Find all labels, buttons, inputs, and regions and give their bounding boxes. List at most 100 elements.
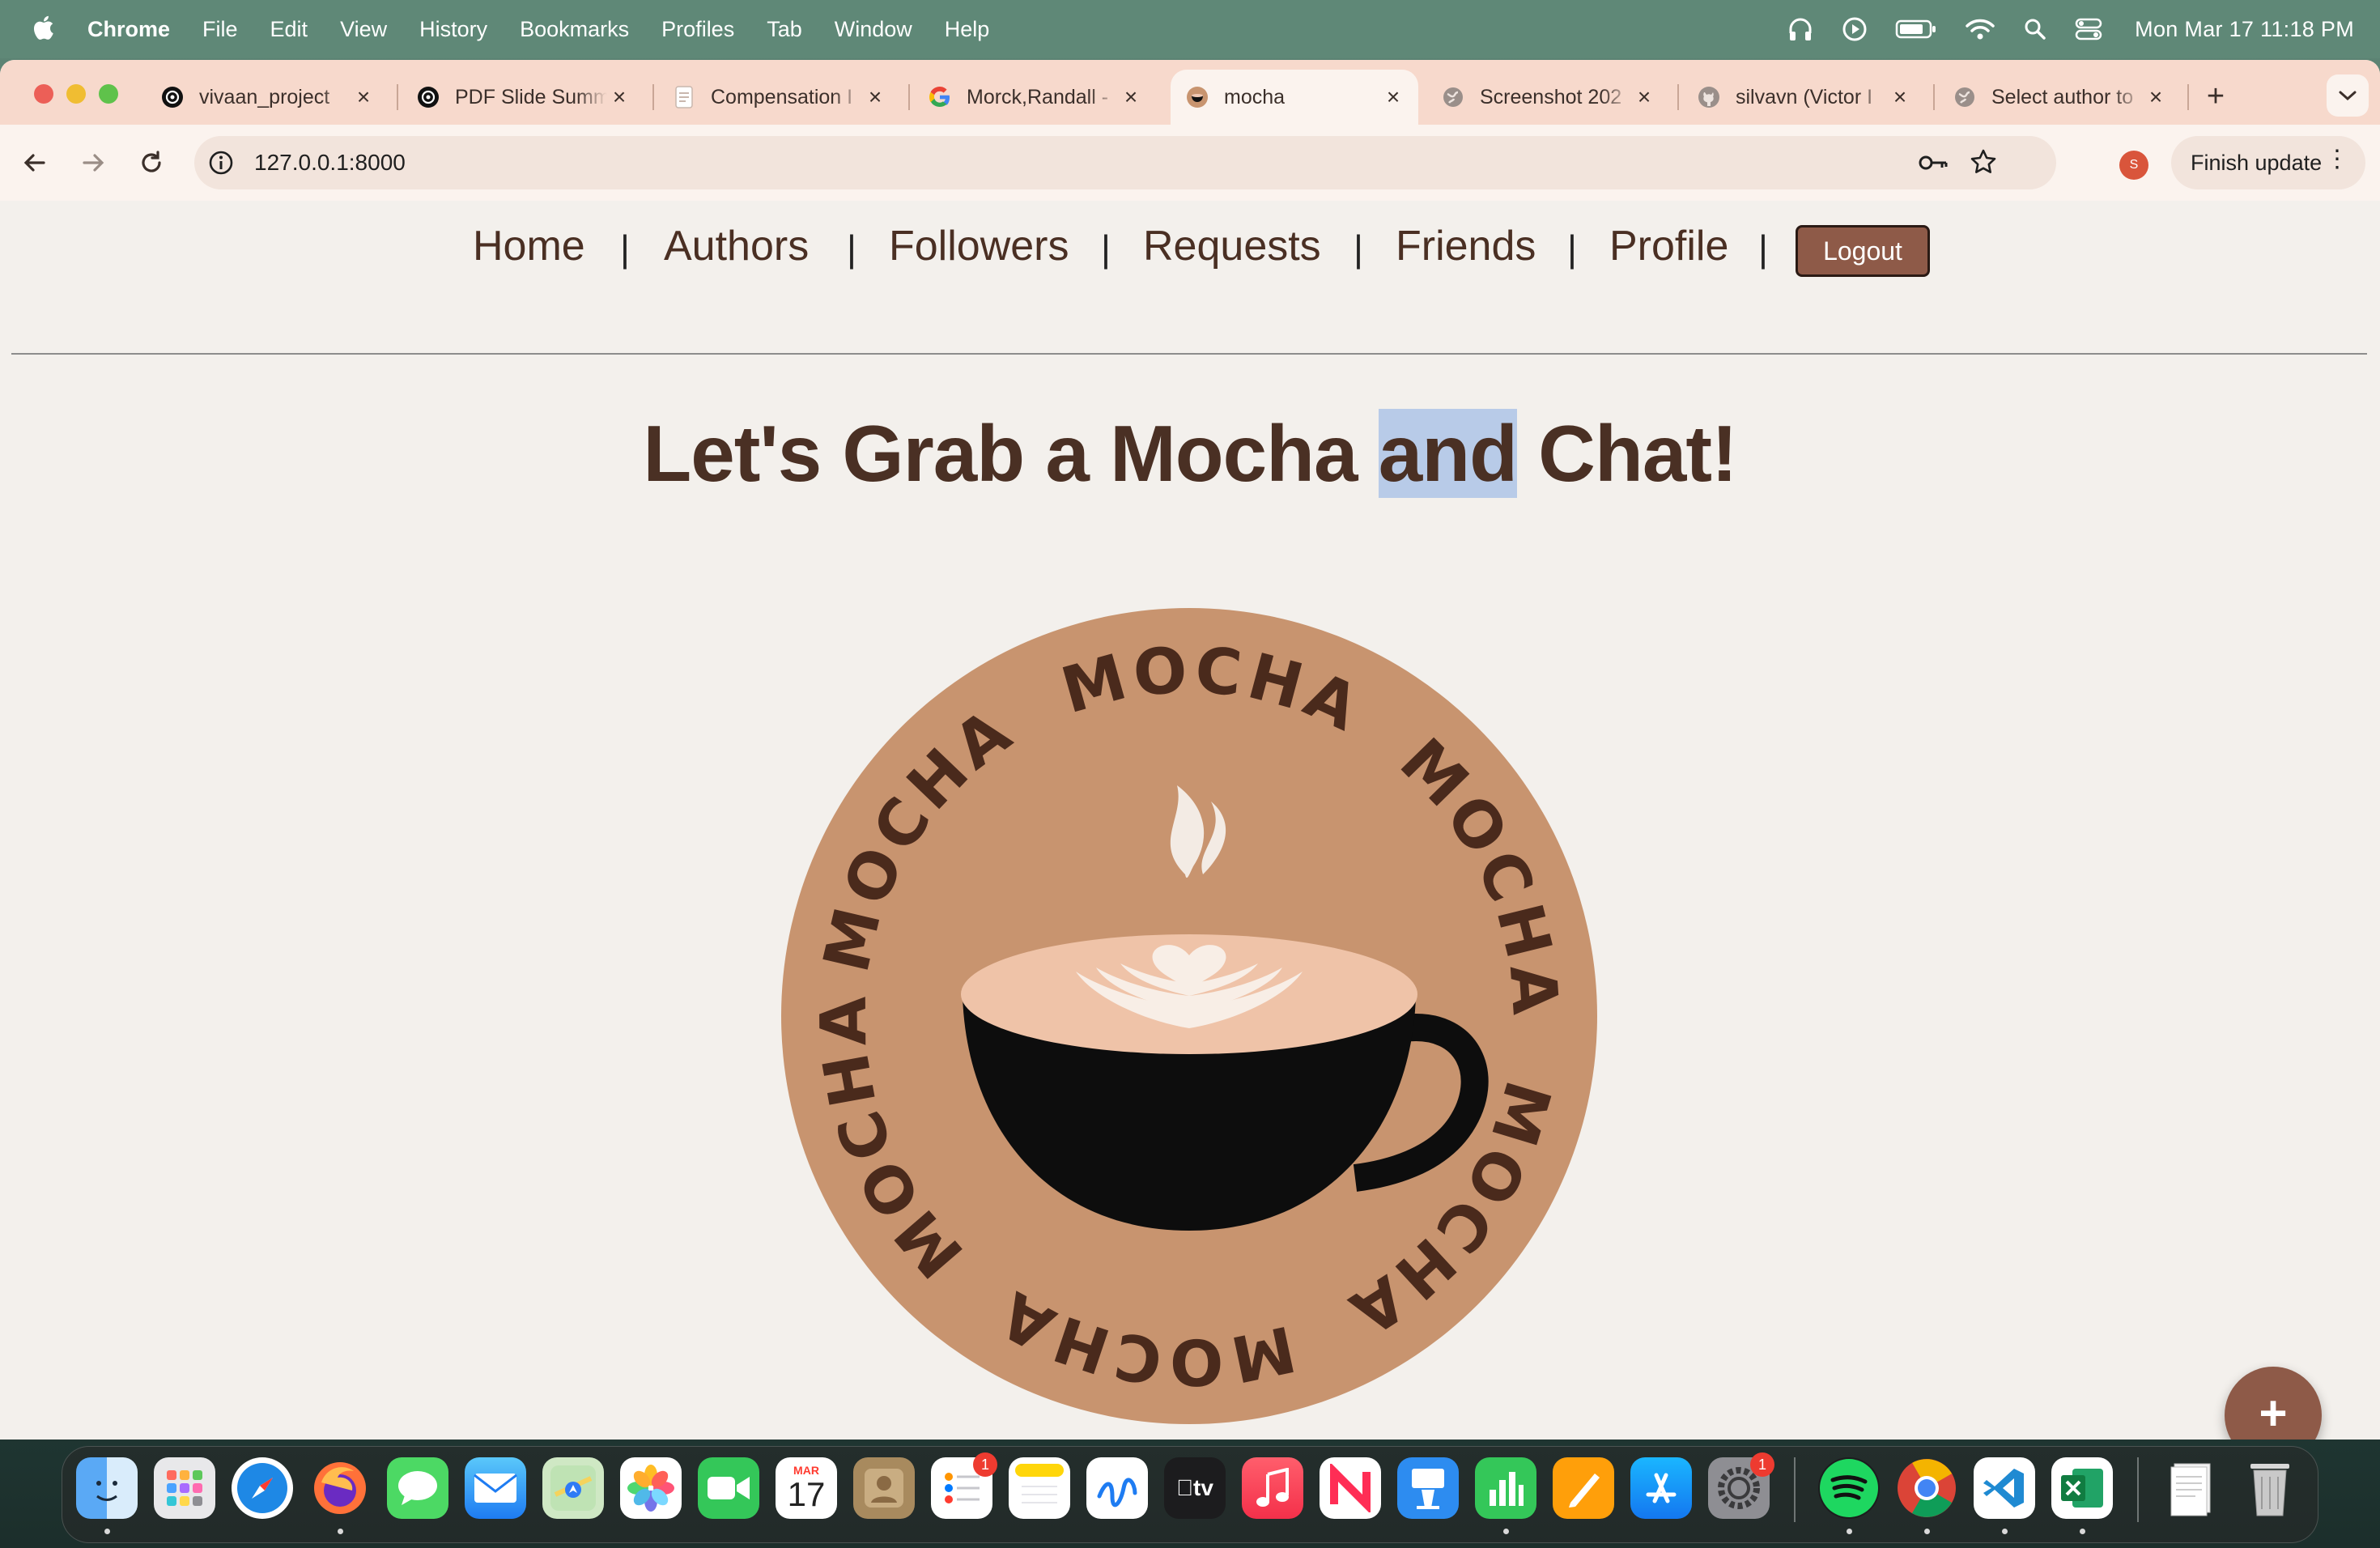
finish-update-button[interactable]: Finish update ⋮ (2171, 136, 2365, 189)
nav-home[interactable]: Home (473, 222, 585, 270)
profile-avatar[interactable]: S (2119, 151, 2148, 180)
dock-app-store[interactable] (1630, 1457, 1692, 1519)
mocha-logo: MOCHA MOCHA MOCHA MOCHA MOCHA MOCHA (781, 608, 1597, 1424)
tab-title: Screenshot 202 (1480, 85, 1622, 108)
battery-icon[interactable] (1895, 19, 1937, 40)
nav-authors[interactable]: Authors (664, 222, 809, 270)
address-bar[interactable]: 127.0.0.1:8000 (194, 136, 2056, 189)
browser-toolbar: 127.0.0.1:8000 S Finish update ⋮ (0, 125, 2380, 202)
dock-firefox[interactable] (309, 1457, 371, 1519)
dock-finder[interactable] (76, 1457, 138, 1519)
pages-pen-icon (1569, 1474, 1600, 1508)
dock-mail[interactable] (465, 1457, 526, 1519)
tab-separator (2187, 84, 2189, 110)
logout-button[interactable]: Logout (1796, 225, 1930, 277)
tab-screenshot[interactable]: Screenshot 202 × (1426, 70, 1669, 125)
dock-notes[interactable] (1009, 1457, 1070, 1519)
dock-chrome[interactable] (1896, 1457, 1957, 1519)
close-icon[interactable]: × (1632, 84, 1656, 110)
menu-edit[interactable]: Edit (270, 17, 308, 42)
tab-mocha-active[interactable]: mocha × (1171, 70, 1418, 125)
close-icon[interactable]: × (1888, 84, 1912, 110)
news-icon (1330, 1464, 1371, 1512)
play-circle-icon[interactable] (1842, 16, 1868, 42)
forward-button[interactable] (74, 144, 112, 181)
close-icon[interactable]: × (351, 84, 376, 110)
dock-safari[interactable] (232, 1457, 293, 1519)
window-zoom-button[interactable] (99, 84, 118, 104)
apple-logo-icon[interactable] (31, 11, 55, 44)
tab-vivaan-project[interactable]: vivaan_project × (146, 70, 389, 125)
tab-title: Compensation I (711, 85, 853, 108)
trash-icon (2250, 1464, 2289, 1516)
window-close-button[interactable] (34, 84, 53, 104)
menu-view[interactable]: View (340, 17, 387, 42)
tab-title: PDF Slide Summ (455, 85, 607, 108)
wifi-icon[interactable] (1965, 17, 1995, 41)
menu-help[interactable]: Help (945, 17, 990, 42)
nav-requests[interactable]: Requests (1143, 222, 1321, 270)
menu-tab[interactable]: Tab (767, 17, 802, 42)
tab-separator (908, 84, 910, 110)
dock-reminders[interactable]: 1 (931, 1452, 997, 1519)
tab-search-button[interactable] (2327, 74, 2369, 117)
menu-app-name[interactable]: Chrome (87, 17, 170, 42)
close-icon[interactable]: × (2144, 84, 2168, 110)
dock-facetime[interactable] (698, 1457, 759, 1519)
nav-separator: | (847, 228, 856, 270)
close-icon[interactable]: × (1119, 84, 1143, 110)
dock-apple-tv[interactable]: tv (1164, 1457, 1226, 1519)
site-info-icon[interactable] (207, 149, 235, 181)
tab-pdf-slide-summary[interactable]: PDF Slide Summ × (402, 70, 644, 125)
menu-window[interactable]: Window (835, 17, 912, 42)
nav-friends[interactable]: Friends (1396, 222, 1536, 270)
dock-launchpad[interactable] (154, 1457, 215, 1519)
url-text[interactable]: 127.0.0.1:8000 (254, 150, 406, 176)
dock-messages[interactable] (387, 1457, 448, 1519)
new-tab-button[interactable]: + (2195, 76, 2236, 117)
tab-compensation[interactable]: Compensation I × (657, 70, 900, 125)
nav-separator: | (620, 228, 630, 270)
tab-select-author[interactable]: Select author to × (1938, 70, 2181, 125)
tab-morck-randall[interactable]: Morck,Randall - × (913, 70, 1156, 125)
dock-maps[interactable] (542, 1457, 604, 1519)
dock-contacts[interactable] (853, 1457, 915, 1519)
dock-downloads-stack[interactable] (2161, 1457, 2223, 1519)
bookmark-star-icon[interactable] (1969, 147, 1998, 181)
dock-excel[interactable] (2051, 1457, 2113, 1519)
dock-calendar[interactable]: MAR 17 (776, 1457, 837, 1519)
back-button[interactable] (16, 144, 53, 181)
reload-button[interactable] (133, 144, 170, 181)
password-key-icon[interactable] (1917, 149, 1949, 181)
nav-profile[interactable]: Profile (1609, 222, 1728, 270)
dock-pages[interactable] (1553, 1457, 1614, 1519)
dock-vscode[interactable] (1974, 1457, 2035, 1519)
add-post-button[interactable]: + (2225, 1367, 2322, 1440)
nav-followers[interactable]: Followers (889, 222, 1069, 270)
dock-freeform[interactable] (1086, 1457, 1148, 1519)
spotlight-search-icon[interactable] (2023, 17, 2047, 41)
control-center-icon[interactable] (2075, 17, 2102, 41)
close-icon[interactable]: × (863, 84, 887, 110)
menu-history[interactable]: History (419, 17, 487, 42)
vscode-icon (1983, 1469, 2024, 1508)
window-minimize-button[interactable] (66, 84, 86, 104)
dock-keynote[interactable] (1397, 1457, 1459, 1519)
menu-bookmarks[interactable]: Bookmarks (520, 17, 629, 42)
menu-file[interactable]: File (202, 17, 238, 42)
tab-github-silvavn[interactable]: silvavn (Victor I × (1682, 70, 1925, 125)
dock-numbers[interactable] (1475, 1457, 1536, 1519)
close-icon[interactable]: × (607, 84, 631, 110)
globe-icon (1953, 85, 1977, 109)
headphones-icon[interactable] (1787, 15, 1814, 43)
dock-trash[interactable] (2239, 1457, 2301, 1519)
close-icon[interactable]: × (1381, 84, 1405, 110)
dock-music[interactable] (1242, 1457, 1303, 1519)
menubar-clock[interactable]: Mon Mar 17 11:18 PM (2135, 17, 2354, 42)
menu-profiles[interactable]: Profiles (661, 17, 734, 42)
dock-system-settings[interactable]: 1 (1708, 1452, 1774, 1519)
dock-photos[interactable] (620, 1457, 682, 1519)
dock-news[interactable] (1320, 1457, 1381, 1519)
dock-spotify[interactable] (1818, 1457, 1880, 1519)
more-vert-icon: ⋮ (2325, 146, 2349, 172)
